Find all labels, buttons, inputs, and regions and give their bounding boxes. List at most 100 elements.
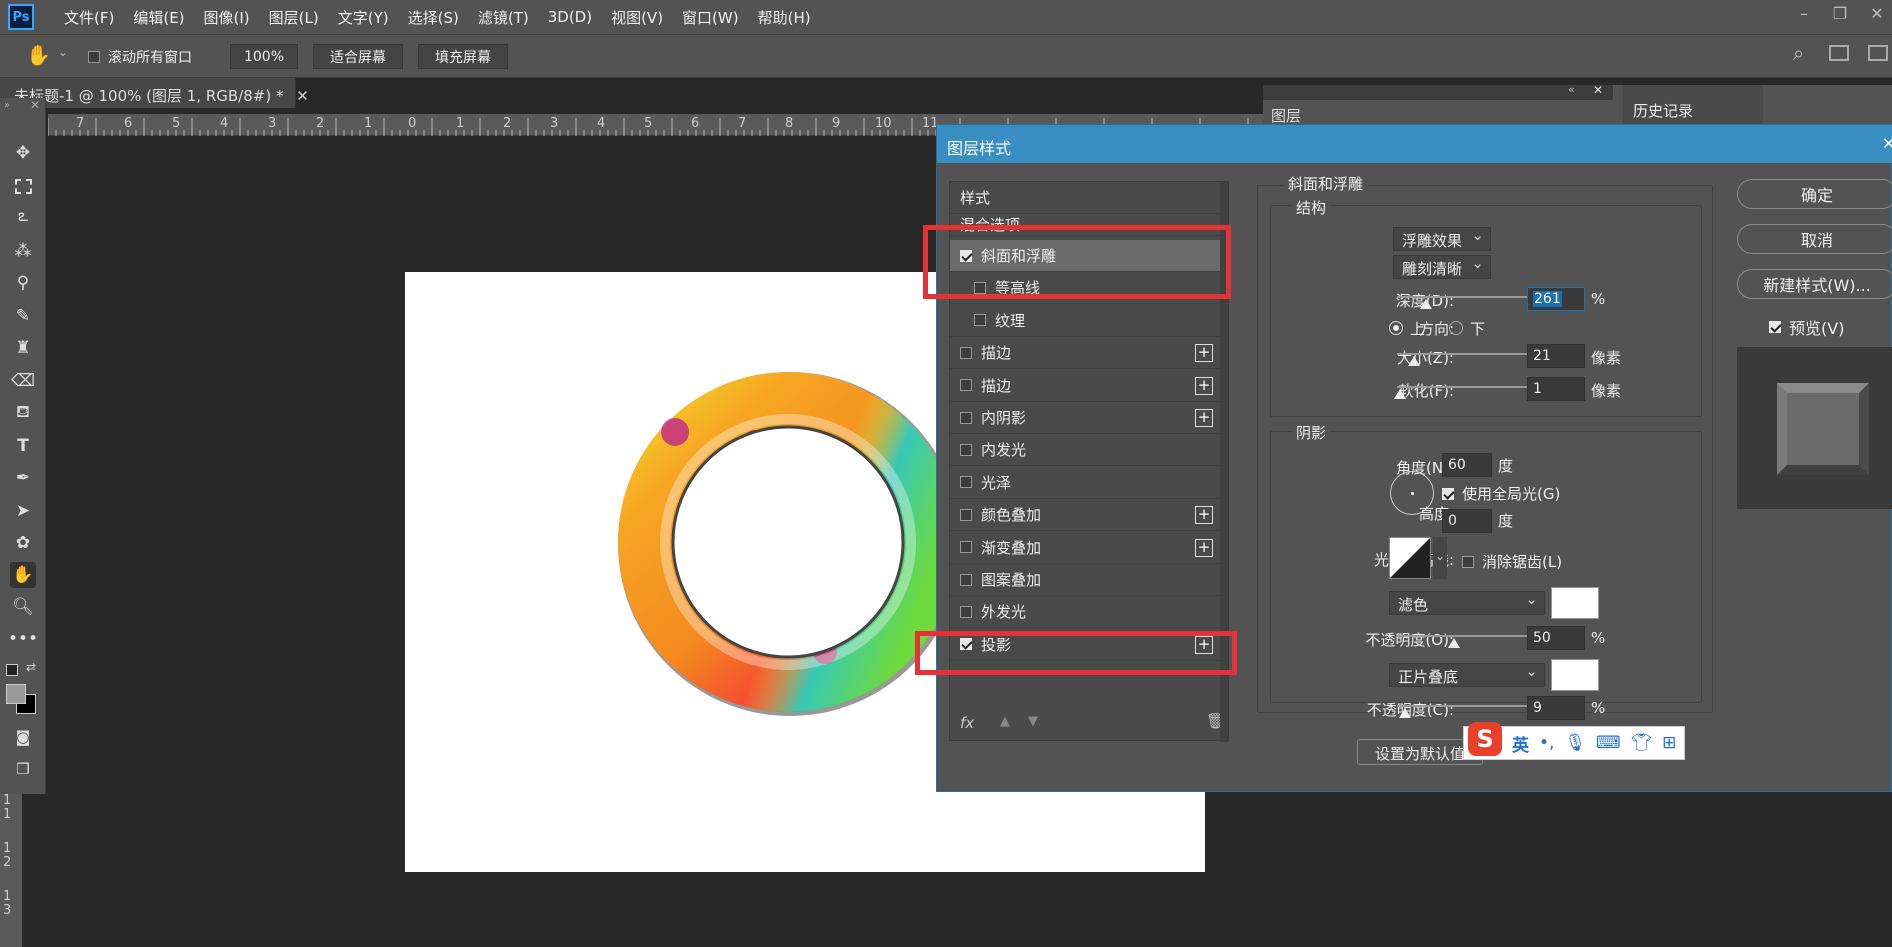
eyedropper-tool-icon[interactable]: ⚲ (10, 270, 36, 296)
highlight-mode-select[interactable]: 滤色 (1389, 590, 1545, 615)
add-effect-icon[interactable]: + (1195, 344, 1213, 363)
zoom-tool-icon[interactable]: 🔍︎ (10, 594, 36, 620)
minimize-icon[interactable]: – (1793, 4, 1815, 26)
checkbox-icon[interactable] (960, 443, 972, 456)
gloss-contour-chevron-icon[interactable]: ⌄ (1433, 537, 1447, 579)
menu-layer[interactable]: 图层(L) (269, 7, 319, 28)
style-item[interactable]: 光泽 (950, 467, 1222, 499)
checkbox-icon[interactable] (960, 605, 972, 618)
anti-alias-checkbox[interactable]: 消除锯齿(L) (1462, 551, 1562, 572)
direction-down-radio[interactable] (1449, 321, 1463, 335)
depth-slider-thumb[interactable] (1420, 299, 1432, 309)
menu-type[interactable]: 文字(Y) (338, 7, 389, 28)
checkbox-icon[interactable] (88, 51, 100, 63)
marquee-tool-icon[interactable] (10, 173, 36, 199)
search-icon[interactable]: ⌕ (1793, 41, 1804, 65)
global-light-checkbox[interactable]: 使用全局光(G) (1442, 483, 1560, 504)
highlight-opacity-input[interactable]: 50 (1527, 626, 1585, 650)
technique-select[interactable]: 雕刻清晰 (1393, 254, 1491, 279)
checkbox-icon[interactable] (960, 411, 972, 424)
ime-toolbar[interactable]: S 英 •, 🎙︎ ⌨ 👕︎ ⊞ (1463, 722, 1685, 760)
collapse-panel-icon[interactable]: « (1568, 83, 1575, 96)
checkbox-icon[interactable] (960, 573, 972, 586)
checkbox-icon[interactable] (960, 379, 972, 392)
menu-window[interactable]: 窗口(W) (682, 7, 739, 28)
menu-filter[interactable]: 滤镜(T) (478, 7, 529, 28)
checkbox-icon[interactable] (1442, 487, 1454, 500)
bevel-style-select[interactable]: 浮雕效果 (1393, 226, 1491, 251)
eraser-tool-icon[interactable]: ⌫ (10, 368, 36, 394)
move-down-icon[interactable]: ▼ (1028, 714, 1038, 729)
gloss-contour-swatch[interactable] (1389, 537, 1431, 579)
ime-lang[interactable]: 英 (1512, 731, 1529, 756)
checkbox-icon[interactable] (960, 476, 972, 489)
style-item[interactable]: 外发光 (950, 596, 1222, 629)
scroll-all-windows-checkbox[interactable]: 滚动所有窗口 (88, 47, 192, 67)
size-slider-thumb[interactable] (1408, 356, 1420, 366)
style-item[interactable]: 颜色叠加 + (950, 499, 1222, 532)
highlight-opacity-thumb[interactable] (1448, 638, 1460, 648)
hand-tool-icon[interactable]: ✋ (26, 43, 51, 67)
style-list-header[interactable]: 样式 (950, 182, 1222, 214)
tab-layers[interactable]: 图层 (1271, 105, 1301, 126)
angle-input[interactable]: 60 (1442, 453, 1492, 477)
move-up-icon[interactable]: ▲ (1000, 714, 1010, 729)
menu-edit[interactable]: 编辑(E) (133, 7, 184, 28)
soften-slider-thumb[interactable] (1394, 389, 1406, 399)
toolbox-icon[interactable]: ⊞ (1662, 733, 1676, 753)
brush-tool-icon[interactable]: ✎ (10, 303, 36, 329)
shadow-opacity-thumb[interactable] (1399, 708, 1411, 718)
checkbox-icon[interactable] (960, 508, 972, 521)
menu-image[interactable]: 图像(I) (204, 7, 250, 28)
skin-icon[interactable]: 👕︎ (1631, 733, 1653, 753)
restore-icon[interactable]: ❐ (1829, 4, 1851, 26)
more-tools-icon[interactable]: ••• (8, 626, 38, 652)
path-selection-tool-icon[interactable]: ➤ (10, 498, 36, 524)
fit-screen-button[interactable]: 适合屏幕 (313, 44, 403, 69)
cancel-button[interactable]: 取消 (1737, 224, 1892, 254)
chevron-down-icon[interactable]: ⌄ (58, 45, 68, 59)
magic-wand-tool-icon[interactable]: ⁂ (10, 238, 36, 264)
quick-mask-icon[interactable]: ◙ (10, 724, 36, 750)
menu-view[interactable]: 视图(V) (611, 7, 663, 28)
foreground-color-swatch[interactable] (6, 684, 26, 704)
paint-bucket-tool-icon[interactable]: ⛾ (10, 400, 36, 426)
close-icon[interactable]: ✕ (30, 98, 40, 112)
checkbox-icon[interactable] (974, 314, 986, 327)
close-panel-icon[interactable]: ✕ (1593, 83, 1603, 97)
tab-history[interactable]: 历史记录 (1623, 85, 1763, 125)
shape-tool-icon[interactable]: ✿ (10, 530, 36, 556)
add-effect-icon[interactable]: + (1195, 506, 1213, 525)
close-window-icon[interactable]: ✕ (1866, 4, 1888, 26)
menu-file[interactable]: 文件(F) (64, 7, 114, 28)
fill-screen-button[interactable]: 填充屏幕 (418, 44, 508, 69)
pen-tool-icon[interactable]: ✒ (10, 465, 36, 491)
swap-colors-icon[interactable]: ⇄ (26, 660, 36, 674)
new-style-button[interactable]: 新建样式(W)... (1737, 269, 1892, 299)
zoom-100-button[interactable]: 100% (230, 44, 298, 69)
menu-3d[interactable]: 3D(D) (548, 8, 592, 26)
add-effect-icon[interactable]: + (1195, 538, 1213, 557)
style-item[interactable]: 内阴影 + (950, 402, 1222, 434)
checkbox-icon[interactable] (960, 541, 972, 554)
style-item[interactable]: 描边 + (950, 370, 1222, 402)
size-input[interactable]: 21 (1527, 344, 1585, 368)
checkbox-icon[interactable] (1769, 321, 1781, 333)
style-item[interactable]: 渐变叠加 + (950, 532, 1222, 564)
depth-input[interactable]: 261 (1527, 287, 1585, 311)
add-effect-icon[interactable]: + (1195, 376, 1213, 395)
default-colors-icon[interactable] (6, 664, 18, 676)
sogou-logo[interactable]: S (1468, 722, 1502, 756)
collapse-icon[interactable]: » (4, 100, 10, 111)
ok-button[interactable]: 确定 (1737, 179, 1892, 209)
shadow-opacity-input[interactable]: 9 (1527, 696, 1585, 720)
highlight-color-swatch[interactable] (1551, 587, 1599, 619)
shadow-mode-select[interactable]: 正片叠底 (1389, 662, 1545, 687)
style-item[interactable]: 描边 + (950, 337, 1222, 370)
hand-tool-icon[interactable]: ✋ (10, 562, 36, 588)
microphone-icon[interactable]: 🎙︎ (1564, 733, 1586, 753)
menu-select[interactable]: 选择(S) (408, 7, 459, 28)
checkbox-icon[interactable] (960, 346, 972, 359)
direction-up-radio[interactable] (1389, 321, 1403, 335)
style-item[interactable]: 纹理 (950, 305, 1222, 337)
